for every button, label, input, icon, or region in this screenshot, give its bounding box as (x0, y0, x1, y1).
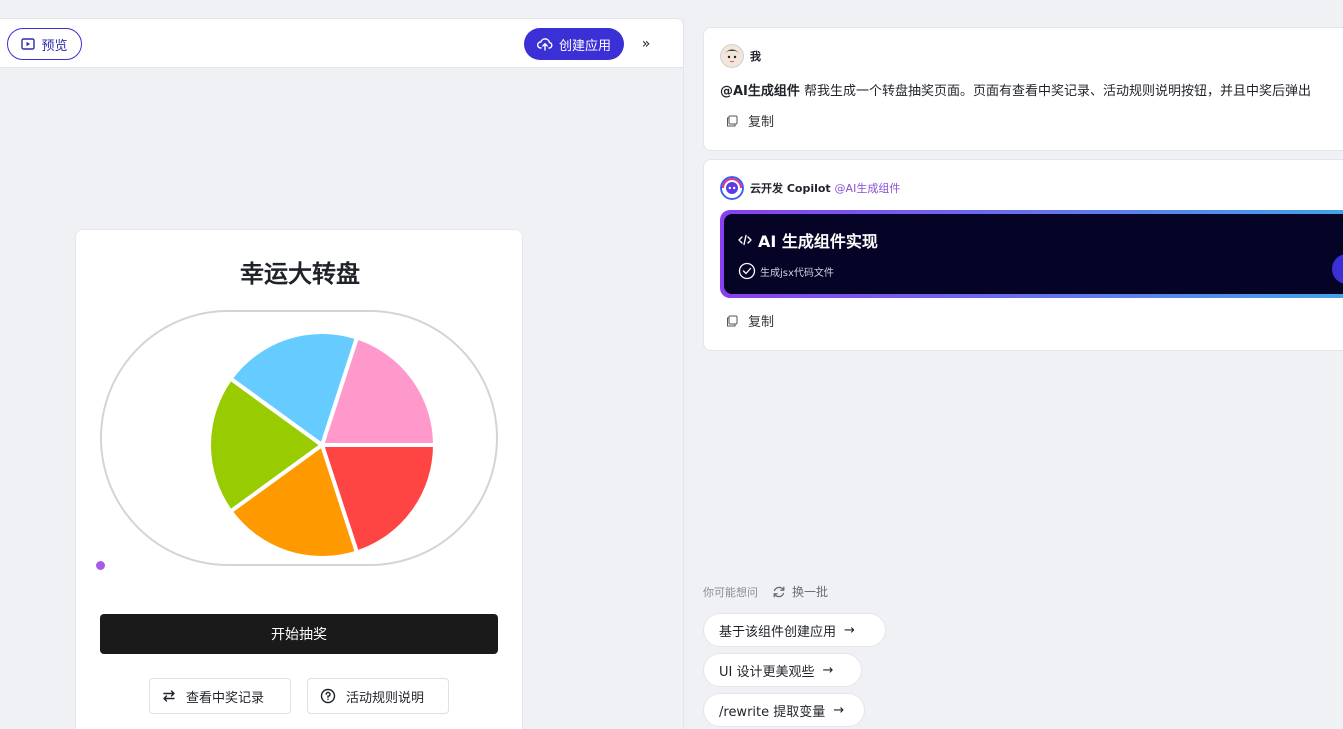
expand-chevrons-icon[interactable]: » (636, 33, 656, 55)
copy-label: 复制 (748, 315, 775, 330)
suggestion-chip[interactable]: UI 设计更美观些 → (703, 653, 862, 687)
suggestions-label: 你可能想问 (703, 585, 758, 599)
copy-label: 复制 (748, 115, 775, 130)
assistant-message: 云开发 Copilot @AI生成组件 AI 生成组件实现 生成jsx代码文件 (703, 159, 1343, 351)
pointer-dot (96, 561, 105, 570)
suggestion-text: UI 设计更美观些 (719, 664, 815, 680)
generation-title: AI 生成组件实现 (738, 228, 878, 252)
swap-arrows-icon (163, 690, 175, 702)
play-icon (21, 38, 36, 50)
prompt-text: 帮我生成一个转盘抽奖页面。页面有查看中奖记录、活动规则说明按钮，并且中奖后弹出 (799, 84, 1312, 99)
preview-toolbar: 预览 创建应用 » (0, 18, 684, 68)
copy-button[interactable]: 复制 (726, 111, 774, 130)
arrow-right-icon: → (833, 702, 845, 718)
copy-icon (727, 315, 738, 326)
code-icon (738, 234, 752, 246)
arrow-right-icon: → (844, 622, 855, 638)
user-avatar (720, 44, 744, 68)
view-records-button[interactable]: 查看中奖记录 (149, 678, 291, 714)
suggestion-chip[interactable]: 基于该组件创建应用 → (703, 613, 886, 647)
copy-icon (727, 115, 738, 126)
refresh-button[interactable]: 换一批 (772, 583, 828, 600)
arrow-right-icon: → (822, 662, 834, 678)
user-message: 我 @AI生成组件 帮我生成一个转盘抽奖页面。页面有查看中奖记录、活动规则说明按… (703, 27, 1343, 151)
generation-card-inner: AI 生成组件实现 生成jsx代码文件 (724, 214, 1343, 294)
generation-title-text: AI 生成组件实现 (758, 232, 878, 251)
generation-card[interactable]: AI 生成组件实现 生成jsx代码文件 (720, 210, 1343, 298)
view-records-label: 查看中奖记录 (186, 690, 265, 706)
suggestions-header: 你可能想问 换一批 (703, 583, 828, 600)
refresh-icon (773, 586, 785, 597)
check-circle-icon (738, 262, 756, 280)
create-app-label: 创建应用 (558, 38, 611, 54)
refresh-label: 换一批 (792, 585, 829, 599)
generation-status: 生成jsx代码文件 (738, 262, 834, 280)
wheel-container (100, 310, 498, 566)
copilot-avatar (720, 176, 744, 200)
preview-panel: 预览 创建应用 » 幸运大转盘 开始抽奖 查看中奖记录 活动规则说明 (0, 18, 684, 729)
rules-label: 活动规则说明 (346, 690, 425, 706)
generation-status-text: 生成jsx代码文件 (760, 267, 834, 279)
mention-tag: @AI生成组件 (720, 84, 800, 99)
help-circle-icon (320, 688, 336, 704)
user-name: 我 (750, 50, 761, 63)
rules-button[interactable]: 活动规则说明 (307, 678, 449, 714)
prize-wheel[interactable] (202, 317, 442, 557)
assistant-mention: @AI生成组件 (834, 182, 901, 195)
cloud-upload-icon (536, 38, 553, 51)
start-draw-button[interactable]: 开始抽奖 (100, 614, 498, 654)
preview-label: 预览 (41, 38, 68, 54)
open-code-button[interactable] (1332, 254, 1343, 284)
suggestion-chip[interactable]: /rewrite 提取变量 → (703, 693, 865, 727)
suggestion-text: 基于该组件创建应用 (719, 624, 837, 640)
create-app-button[interactable]: 创建应用 (524, 28, 624, 60)
copy-button[interactable]: 复制 (726, 311, 774, 330)
page-title: 幸运大转盘 (240, 260, 360, 288)
suggestion-text: /rewrite 提取变量 (719, 704, 826, 720)
assistant-name-text: 云开发 Copilot (750, 182, 831, 195)
user-message-text: @AI生成组件 帮我生成一个转盘抽奖页面。页面有查看中奖记录、活动规则说明按钮，… (720, 80, 1311, 99)
lucky-wheel-card: 幸运大转盘 开始抽奖 查看中奖记录 活动规则说明 (75, 229, 523, 729)
preview-button[interactable]: 预览 (7, 28, 82, 60)
assistant-name: 云开发 Copilot @AI生成组件 (750, 180, 900, 196)
